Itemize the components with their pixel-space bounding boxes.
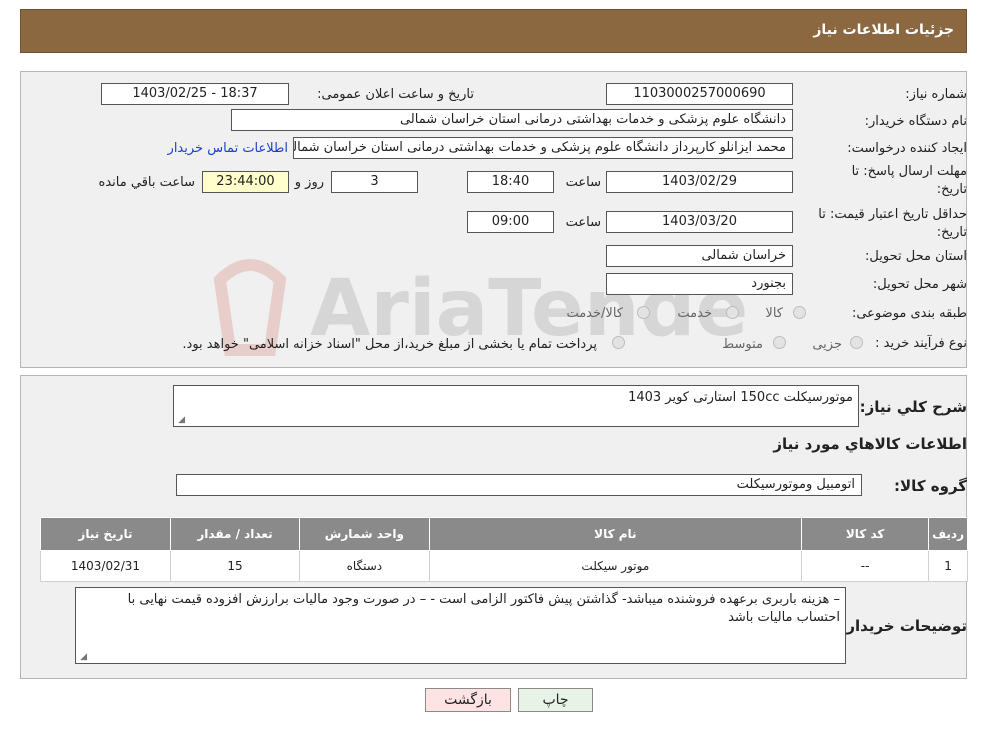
col-row-number: رديف [928,517,968,551]
col-item-name: نام کالا [428,517,803,551]
category-option-service: خدمت [677,306,712,321]
province-label: استان محل تحویل: [865,249,967,264]
validity-label: حداقل تاریخ اعتبار قیمت: تا [818,207,967,222]
category-radio-goods[interactable] [793,306,806,319]
buyer-contact-link[interactable]: اطلاعات تماس خریدار [168,141,288,156]
cell-quantity: 15 [169,550,301,582]
category-radio-service[interactable] [726,306,739,319]
need-desc-label: شرح کلي نياز: [859,398,967,416]
buyer-notes-label: توضیحات خریدار: [840,617,967,635]
need-desc-text: موتورسیکلت 150cc استارتی کویر 1403 [628,390,853,405]
buyer-notes-field[interactable]: – هزینه باربری برعهده فروشنده میباشد- گذ… [75,587,846,664]
back-button[interactable]: بازگشت [425,688,511,712]
process-option-partial: جزیی [812,337,842,352]
validity-label-2: تاریخ: [936,225,967,240]
validity-time-field[interactable]: 09:00 [467,211,554,233]
city-label: شهر محل تحویل: [872,277,967,292]
validity-time-label: ساعت [565,215,601,230]
days-label: روز و [294,175,324,190]
cell-need-date: 1403/02/31 [40,550,171,582]
creator-label: ایجاد کننده درخواست: [847,141,967,156]
resize-grip-icon[interactable]: ◢ [78,653,87,662]
days-field[interactable]: 3 [331,171,418,193]
validity-date-field[interactable]: 1403/03/20 [606,211,793,233]
reply-time-label: ساعت [565,175,601,190]
buyer-org-label: نام دستگاه خریدار: [864,114,967,129]
goods-group-field[interactable]: اتومبیل وموتورسیکلت [176,474,862,496]
need-number-field[interactable]: 1103000257000690 [606,83,793,105]
reply-deadline-label-2: تاریخ: [936,182,967,197]
col-unit: واحد شمارش [299,517,430,551]
need-desc-field[interactable]: موتورسیکلت 150cc استارتی کویر 1403 ◢ [173,385,859,427]
announce-date-label: تاریخ و ساعت اعلان عمومی: [317,87,474,102]
creator-field[interactable]: محمد ایزانلو کارپرداز دانشگاه علوم پزشکی… [293,137,793,159]
cell-unit: دستگاه [299,550,430,582]
category-label: طبقه بندی موضوعی: [851,306,967,321]
announce-date-field[interactable]: 1403/02/25 - 18:37 [101,83,289,105]
reply-date-field[interactable]: 1403/02/29 [606,171,793,193]
table-header-row: رديف کد کالا نام کالا واحد شمارش تعداد /… [40,517,968,551]
remaining-time-field: 23:44:00 [202,171,289,193]
print-button[interactable]: چاپ [518,688,593,712]
goods-group-label: گروه کالا: [894,477,967,495]
buyer-org-field[interactable]: دانشگاه علوم پزشکی و خدمات بهداشتی درمان… [231,109,793,131]
cell-item-code: -- [801,550,930,582]
col-quantity: تعداد / مقدار [169,517,301,551]
process-option-medium: متوسط [722,337,763,352]
reply-deadline-label: مهلت ارسال پاسخ: تا [851,164,967,179]
col-need-date: تاریخ نیاز [40,517,171,551]
cell-item-name: موتور سیکلت [428,550,803,582]
cell-row-number: 1 [928,550,968,582]
process-label: نوع فرآیند خرید : [875,336,967,351]
items-table: رديف کد کالا نام کالا واحد شمارش تعداد /… [40,517,968,582]
goods-info-title: اطلاعات کالاهاي مورد نياز [773,435,967,453]
process-payment-checkbox[interactable] [612,336,625,349]
process-radio-medium[interactable] [773,336,786,349]
col-item-code: کد کالا [801,517,930,551]
reply-time-field[interactable]: 18:40 [467,171,554,193]
city-field[interactable]: بجنورد [606,273,793,295]
buyer-notes-text: – هزینه باربری برعهده فروشنده میباشد- گذ… [127,592,840,625]
need-number-label: شماره نیاز: [905,87,967,102]
province-field[interactable]: خراسان شمالی [606,245,793,267]
table-row[interactable]: 1 -- موتور سیکلت دستگاه 15 1403/02/31 [40,550,968,582]
page-header: جزئیات اطلاعات نیاز [20,9,967,53]
category-option-goods: کالا [765,306,783,321]
resize-grip-icon[interactable]: ◢ [176,416,185,425]
page-title: جزئیات اطلاعات نیاز [813,22,954,38]
process-note: پرداخت تمام یا بخشی از مبلغ خرید،از محل … [182,337,597,352]
process-radio-partial[interactable] [850,336,863,349]
category-radio-goods-service[interactable] [637,306,650,319]
remaining-time-label: ساعت باقي مانده [98,175,195,190]
category-option-goods-service: کالا/خدمت [566,306,623,321]
